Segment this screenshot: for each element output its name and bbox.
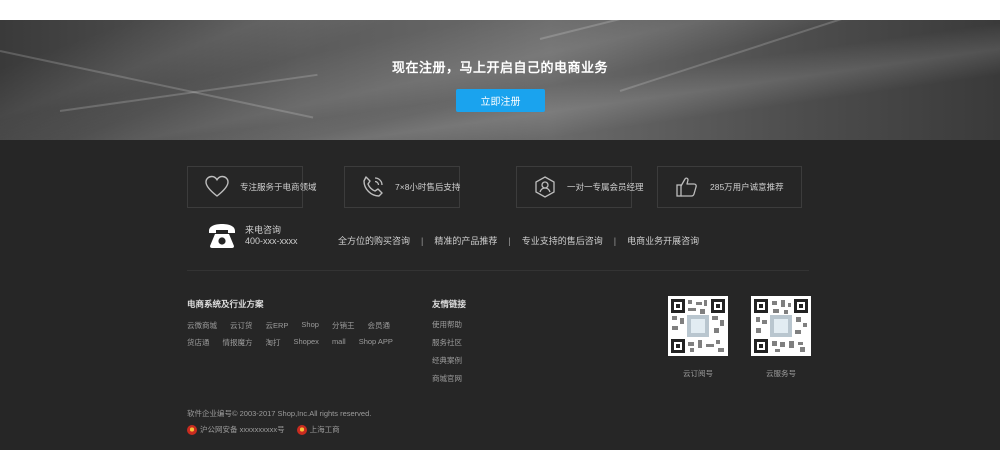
footer-divider (187, 270, 809, 271)
consult-links: 全方位的购买咨询 | 精准的产品推荐 | 专业支持的售后咨询 | 电商业务开展咨… (338, 234, 699, 247)
friend-links: 使用帮助 服务社区 经典案例 商城官网 (432, 320, 462, 392)
solution-link[interactable]: Shopex (294, 337, 319, 348)
feature-item-manager: 一对一专属会员经理 (516, 166, 644, 208)
heart-icon (204, 174, 230, 200)
friend-link-official[interactable]: 商城官网 (432, 374, 462, 383)
feature-item-support: 7×8小时售后支持 (344, 166, 460, 208)
copyright-text: 软件企业编号© 2003-2017 Shop,Inc.All rights re… (187, 409, 372, 418)
solution-link[interactable]: 情报魔方 (223, 337, 253, 348)
solutions-links-row-2: 货店通 情报魔方 淘打 Shopex mall Shop APP (187, 337, 417, 348)
business-record-badge[interactable]: 上海工商 (296, 424, 340, 435)
solutions-links-row-1: 云微商城 云订货 云ERP Shop 分销王 会员通 (187, 320, 417, 331)
thumbs-up-icon (674, 174, 700, 200)
business-record-text: 上海工商 (309, 425, 340, 434)
hotline-number: 400-xxx-xxxx (245, 236, 298, 246)
record-badges: 沪公网安备 xxxxxxxxxx号 上海工商 (187, 424, 352, 435)
feature-label: 一对一专属会员经理 (567, 182, 644, 192)
solution-link[interactable]: Shop (301, 320, 319, 331)
friend-links-heading: 友情链接 (432, 299, 467, 309)
solution-link[interactable]: 云ERP (266, 320, 289, 331)
top-white-strip (0, 0, 1000, 20)
consult-link-aftersales[interactable]: 专业支持的售后咨询 (522, 234, 603, 247)
consult-link-product[interactable]: 精准的产品推荐 (434, 234, 497, 247)
police-record-text: 沪公网安备 xxxxxxxxxx号 (200, 425, 285, 434)
solution-link[interactable]: 淘打 (266, 337, 281, 348)
solution-link[interactable]: 货店通 (187, 337, 210, 348)
friend-link-community[interactable]: 服务社区 (432, 338, 462, 347)
register-now-button[interactable]: 立即注册 (456, 89, 545, 112)
solution-link[interactable]: 会员通 (367, 320, 390, 331)
hotline: 来电咨询 400-xxx-xxxx (207, 222, 298, 250)
separator: | (508, 235, 511, 246)
friend-link-cases[interactable]: 经典案例 (432, 356, 462, 365)
feature-item-focus: 专注服务于电商领域 (187, 166, 317, 208)
qr-code-service (751, 296, 811, 356)
telephone-icon (207, 222, 237, 250)
solutions-heading: 电商系统及行业方案 (187, 299, 264, 309)
feature-list: 专注服务于电商领域 7×8小时售后支持 一对一专属会员经理 285万用户诚意推荐 (187, 166, 802, 208)
consult-link-business[interactable]: 电商业务开展咨询 (627, 234, 699, 247)
separator: | (613, 235, 617, 246)
qr-label-service: 云服务号 (766, 369, 796, 378)
business-emblem-icon (296, 424, 307, 435)
phone-call-icon (361, 174, 385, 200)
solution-link[interactable]: 云订货 (230, 320, 253, 331)
separator: | (421, 235, 424, 246)
solution-link[interactable]: 分销王 (332, 320, 355, 331)
hotline-label: 来电咨询 (245, 225, 282, 235)
feature-label: 专注服务于电商领域 (240, 182, 317, 192)
police-emblem-icon (187, 424, 197, 435)
feature-item-recommend: 285万用户诚意推荐 (657, 166, 802, 208)
solution-link[interactable]: Shop APP (359, 337, 393, 348)
banner-title: 现在注册，马上开启自己的电商业务 (391, 60, 608, 75)
police-record-badge[interactable]: 沪公网安备 xxxxxxxxxx号 (187, 424, 285, 435)
user-shield-icon (533, 174, 557, 200)
qr-label-subscription: 云订阅号 (683, 369, 713, 378)
solution-link[interactable]: 云微商城 (187, 320, 217, 331)
consult-link-purchase[interactable]: 全方位的购买咨询 (338, 234, 410, 247)
register-banner: 现在注册，马上开启自己的电商业务 立即注册 (0, 20, 1000, 140)
friend-link-help[interactable]: 使用帮助 (432, 320, 462, 329)
feature-label: 7×8小时售后支持 (395, 182, 461, 192)
solution-link[interactable]: mall (332, 337, 346, 348)
feature-label: 285万用户诚意推荐 (710, 182, 784, 192)
qr-code-subscription (668, 296, 728, 356)
